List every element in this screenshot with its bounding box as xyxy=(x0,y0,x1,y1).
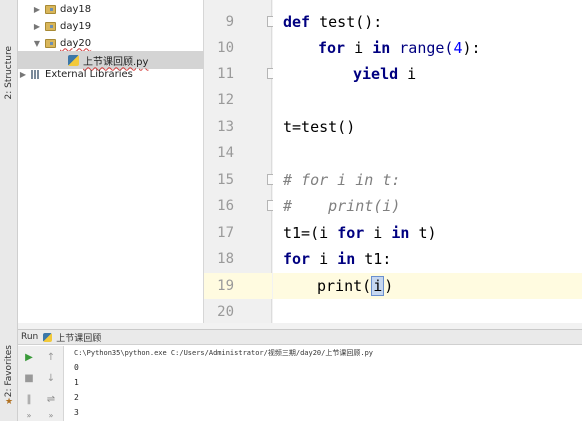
tree-item-day20[interactable]: ▼ day20 xyxy=(18,34,204,52)
code-text: i xyxy=(364,224,392,242)
wrap-icon[interactable]: ⇌ xyxy=(44,392,58,406)
line-number: 16 xyxy=(217,198,234,214)
code-text: t=test() xyxy=(283,118,356,136)
code-line-11: yield i xyxy=(273,61,582,87)
editor-gutter: 9 10 11 12 13 14 15 16 17 18 19 20 xyxy=(204,0,277,323)
more-icon[interactable]: » xyxy=(22,408,36,421)
folder-icon xyxy=(45,4,56,14)
code-line-18: for i in t1: xyxy=(273,246,582,272)
code-text: ) xyxy=(384,277,394,295)
more-icon[interactable]: » xyxy=(44,408,58,421)
scroll-down-icon[interactable]: ↓ xyxy=(44,371,58,385)
collapse-arrow-icon[interactable]: ▼ xyxy=(32,39,42,48)
code-text: i xyxy=(345,39,373,57)
keyword: for xyxy=(283,250,311,268)
left-tool-strip: 2: Structure 2: Favorites ★ xyxy=(0,0,18,421)
run-panel: Run 上节课回顾 ▶ ↑ ■ ↓ ‖ ⇌ » » C:\Python35\py… xyxy=(18,329,582,421)
code-text: t1: xyxy=(355,250,392,268)
code-text: i xyxy=(398,65,417,83)
tree-item-label: day18 xyxy=(60,3,92,15)
code-text: t1=(i xyxy=(283,224,338,242)
code-line-19: print(i) xyxy=(273,273,582,299)
pause-button[interactable]: ‖ xyxy=(22,392,36,406)
structure-tab[interactable]: 2: Structure xyxy=(1,38,17,108)
keyword: yield xyxy=(353,65,399,83)
library-icon xyxy=(31,69,41,79)
structure-tab-label: 2: Structure xyxy=(4,46,14,100)
keyword: in xyxy=(337,250,356,268)
line-number: 10 xyxy=(217,40,234,56)
console-output[interactable]: C:\Python35\python.exe C:/Users/Administ… xyxy=(68,346,578,421)
line-number: 14 xyxy=(217,145,234,161)
expand-arrow-icon[interactable]: ▶ xyxy=(32,22,42,31)
code-line-13: t=test() xyxy=(273,114,582,140)
expand-arrow-icon[interactable]: ▶ xyxy=(18,70,28,79)
expand-arrow-icon[interactable]: ▶ xyxy=(32,5,42,14)
line-number: 12 xyxy=(217,92,234,108)
favorites-tab-label: 2: Favorites xyxy=(4,344,14,398)
tree-item-day18[interactable]: ▶ day18 xyxy=(18,0,204,18)
line-number: 13 xyxy=(217,119,234,135)
star-icon: ★ xyxy=(4,397,14,408)
line-number: 15 xyxy=(217,172,234,188)
line-number: 9 xyxy=(225,14,234,30)
project-tree: ▶ day18 ▶ day19 ▼ day20 上节课回顾.py ▶ Exter… xyxy=(18,0,204,323)
keyword: for xyxy=(318,39,346,57)
code-text: ): xyxy=(462,39,481,57)
line-number: 20 xyxy=(217,304,234,320)
console-output-line: 2 xyxy=(74,393,79,402)
line-number: 19 xyxy=(217,278,234,294)
console-command-line: C:\Python35\python.exe C:/Users/Administ… xyxy=(74,349,374,357)
keyword: for xyxy=(337,224,365,242)
builtin-call: range( xyxy=(390,39,454,57)
run-panel-header: Run 上节课回顾 xyxy=(18,330,582,345)
tree-item-external-libraries[interactable]: ▶ External Libraries xyxy=(18,65,204,83)
tree-item-day19[interactable]: ▶ day19 xyxy=(18,17,204,35)
code-line-10: for i in range(4): xyxy=(273,35,582,61)
line-number: 18 xyxy=(217,251,234,267)
code-text: t) xyxy=(409,224,437,242)
rerun-button[interactable]: ▶ xyxy=(22,350,36,364)
keyword: in xyxy=(372,39,391,57)
comment: # for i in t: xyxy=(283,171,401,189)
code-text: print( xyxy=(317,277,372,295)
console-output-line: 3 xyxy=(74,408,79,417)
tree-item-label: day19 xyxy=(60,20,92,32)
tree-item-label: day20 xyxy=(60,37,92,49)
python-file-icon xyxy=(68,54,79,66)
favorites-tab[interactable]: 2: Favorites ★ xyxy=(1,340,17,412)
selected-text[interactable]: i xyxy=(371,276,385,296)
console-output-line: 0 xyxy=(74,363,79,372)
console-output-line: 1 xyxy=(74,378,79,387)
code-line-9: def test(): xyxy=(273,9,582,35)
code-text: i xyxy=(310,250,338,268)
line-number: 11 xyxy=(217,66,234,82)
code-line-16: # print(i) xyxy=(273,193,582,219)
number-literal: 4 xyxy=(453,39,463,57)
code-editor[interactable]: def test(): for i in range(4): yield i t… xyxy=(273,0,582,323)
folder-icon xyxy=(45,38,56,48)
tree-item-label: External Libraries xyxy=(45,68,133,80)
run-config-tab[interactable]: 上节课回顾 xyxy=(56,331,101,344)
run-toolbar: ▶ ↑ ■ ↓ ‖ ⇌ » » xyxy=(18,346,64,421)
stop-button[interactable]: ■ xyxy=(22,371,36,385)
run-panel-title: Run xyxy=(21,332,39,342)
scroll-up-icon[interactable]: ↑ xyxy=(44,350,58,364)
comment: # print(i) xyxy=(283,197,401,215)
code-line-15: # for i in t: xyxy=(273,167,582,193)
keyword: in xyxy=(391,224,410,242)
python-file-icon xyxy=(43,332,53,342)
code-text: test(): xyxy=(310,13,383,31)
code-line-17: t1=(i for i in t) xyxy=(273,220,582,246)
keyword: def xyxy=(283,13,311,31)
line-number: 17 xyxy=(217,225,234,241)
folder-icon xyxy=(45,21,56,31)
